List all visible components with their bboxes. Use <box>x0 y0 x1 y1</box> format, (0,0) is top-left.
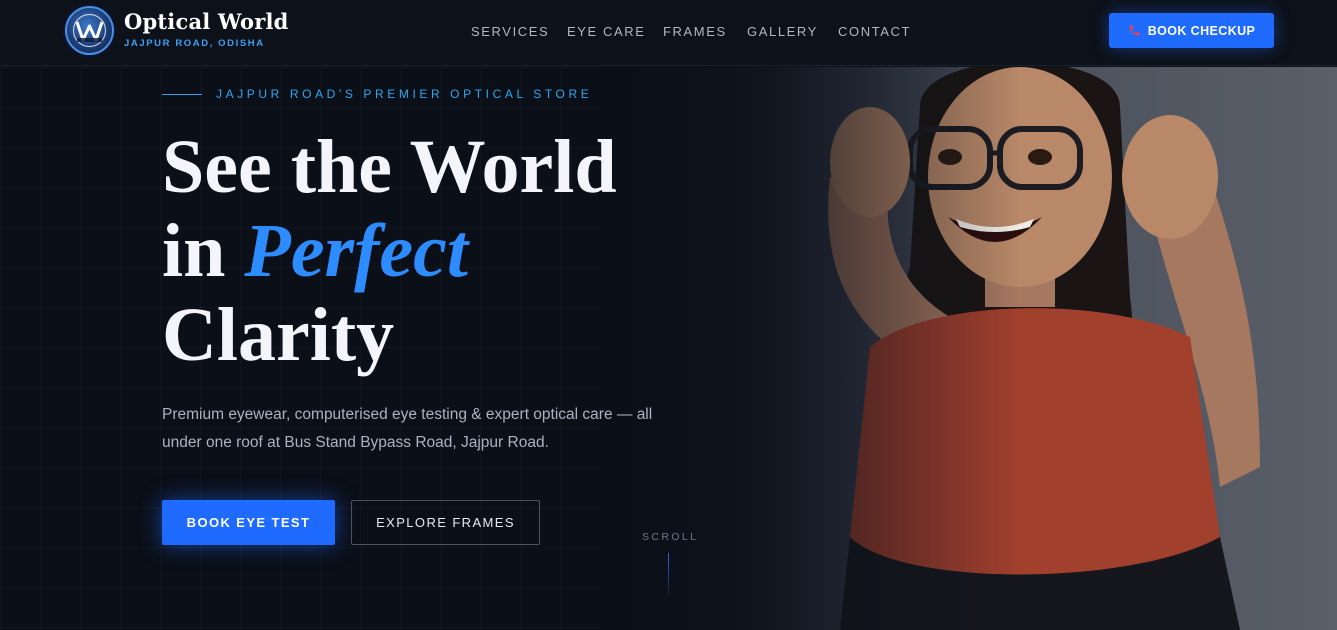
book-checkup-label: BOOK CHECKUP <box>1147 23 1256 38</box>
hero-tagline: JAJPUR ROAD'S PREMIER OPTICAL STORE <box>216 87 593 101</box>
nav-link-contact[interactable]: CONTACT <box>838 24 911 39</box>
hero-section: JAJPUR ROAD'S PREMIER OPTICAL STORE See … <box>0 67 1337 630</box>
hero-subtext: Premium eyewear, computerised eye testin… <box>162 406 653 451</box>
nav-link-frames[interactable]: FRAMES <box>663 24 727 39</box>
book-eye-test-button[interactable]: BOOK EYE TEST <box>162 500 335 545</box>
nav-link-services[interactable]: SERVICES <box>471 24 549 39</box>
photo-gradient-overlay <box>600 67 1020 630</box>
headline-line-3: Clarity <box>162 293 395 377</box>
phone-icon <box>1129 25 1140 36</box>
headline-line-1: See the World <box>162 125 617 209</box>
top-navbar: Optical World JAJPUR ROAD, ODISHA SERVIC… <box>0 0 1337 66</box>
explore-frames-button[interactable]: EXPLORE FRAMES <box>351 500 540 545</box>
hero-headline: See the World in Perfect Clarity <box>162 125 617 377</box>
tagline-divider <box>162 94 202 95</box>
headline-line-2-prefix: in <box>162 209 226 293</box>
scroll-indicator-line <box>668 553 669 597</box>
scroll-indicator-label[interactable]: SCROLL <box>642 531 698 543</box>
nav-link-gallery[interactable]: GALLERY <box>747 24 818 39</box>
nav-link-eye-care[interactable]: EYE CARE <box>567 24 646 39</box>
book-checkup-button[interactable]: BOOK CHECKUP <box>1109 13 1274 48</box>
headline-accent: Perfect <box>244 209 469 293</box>
